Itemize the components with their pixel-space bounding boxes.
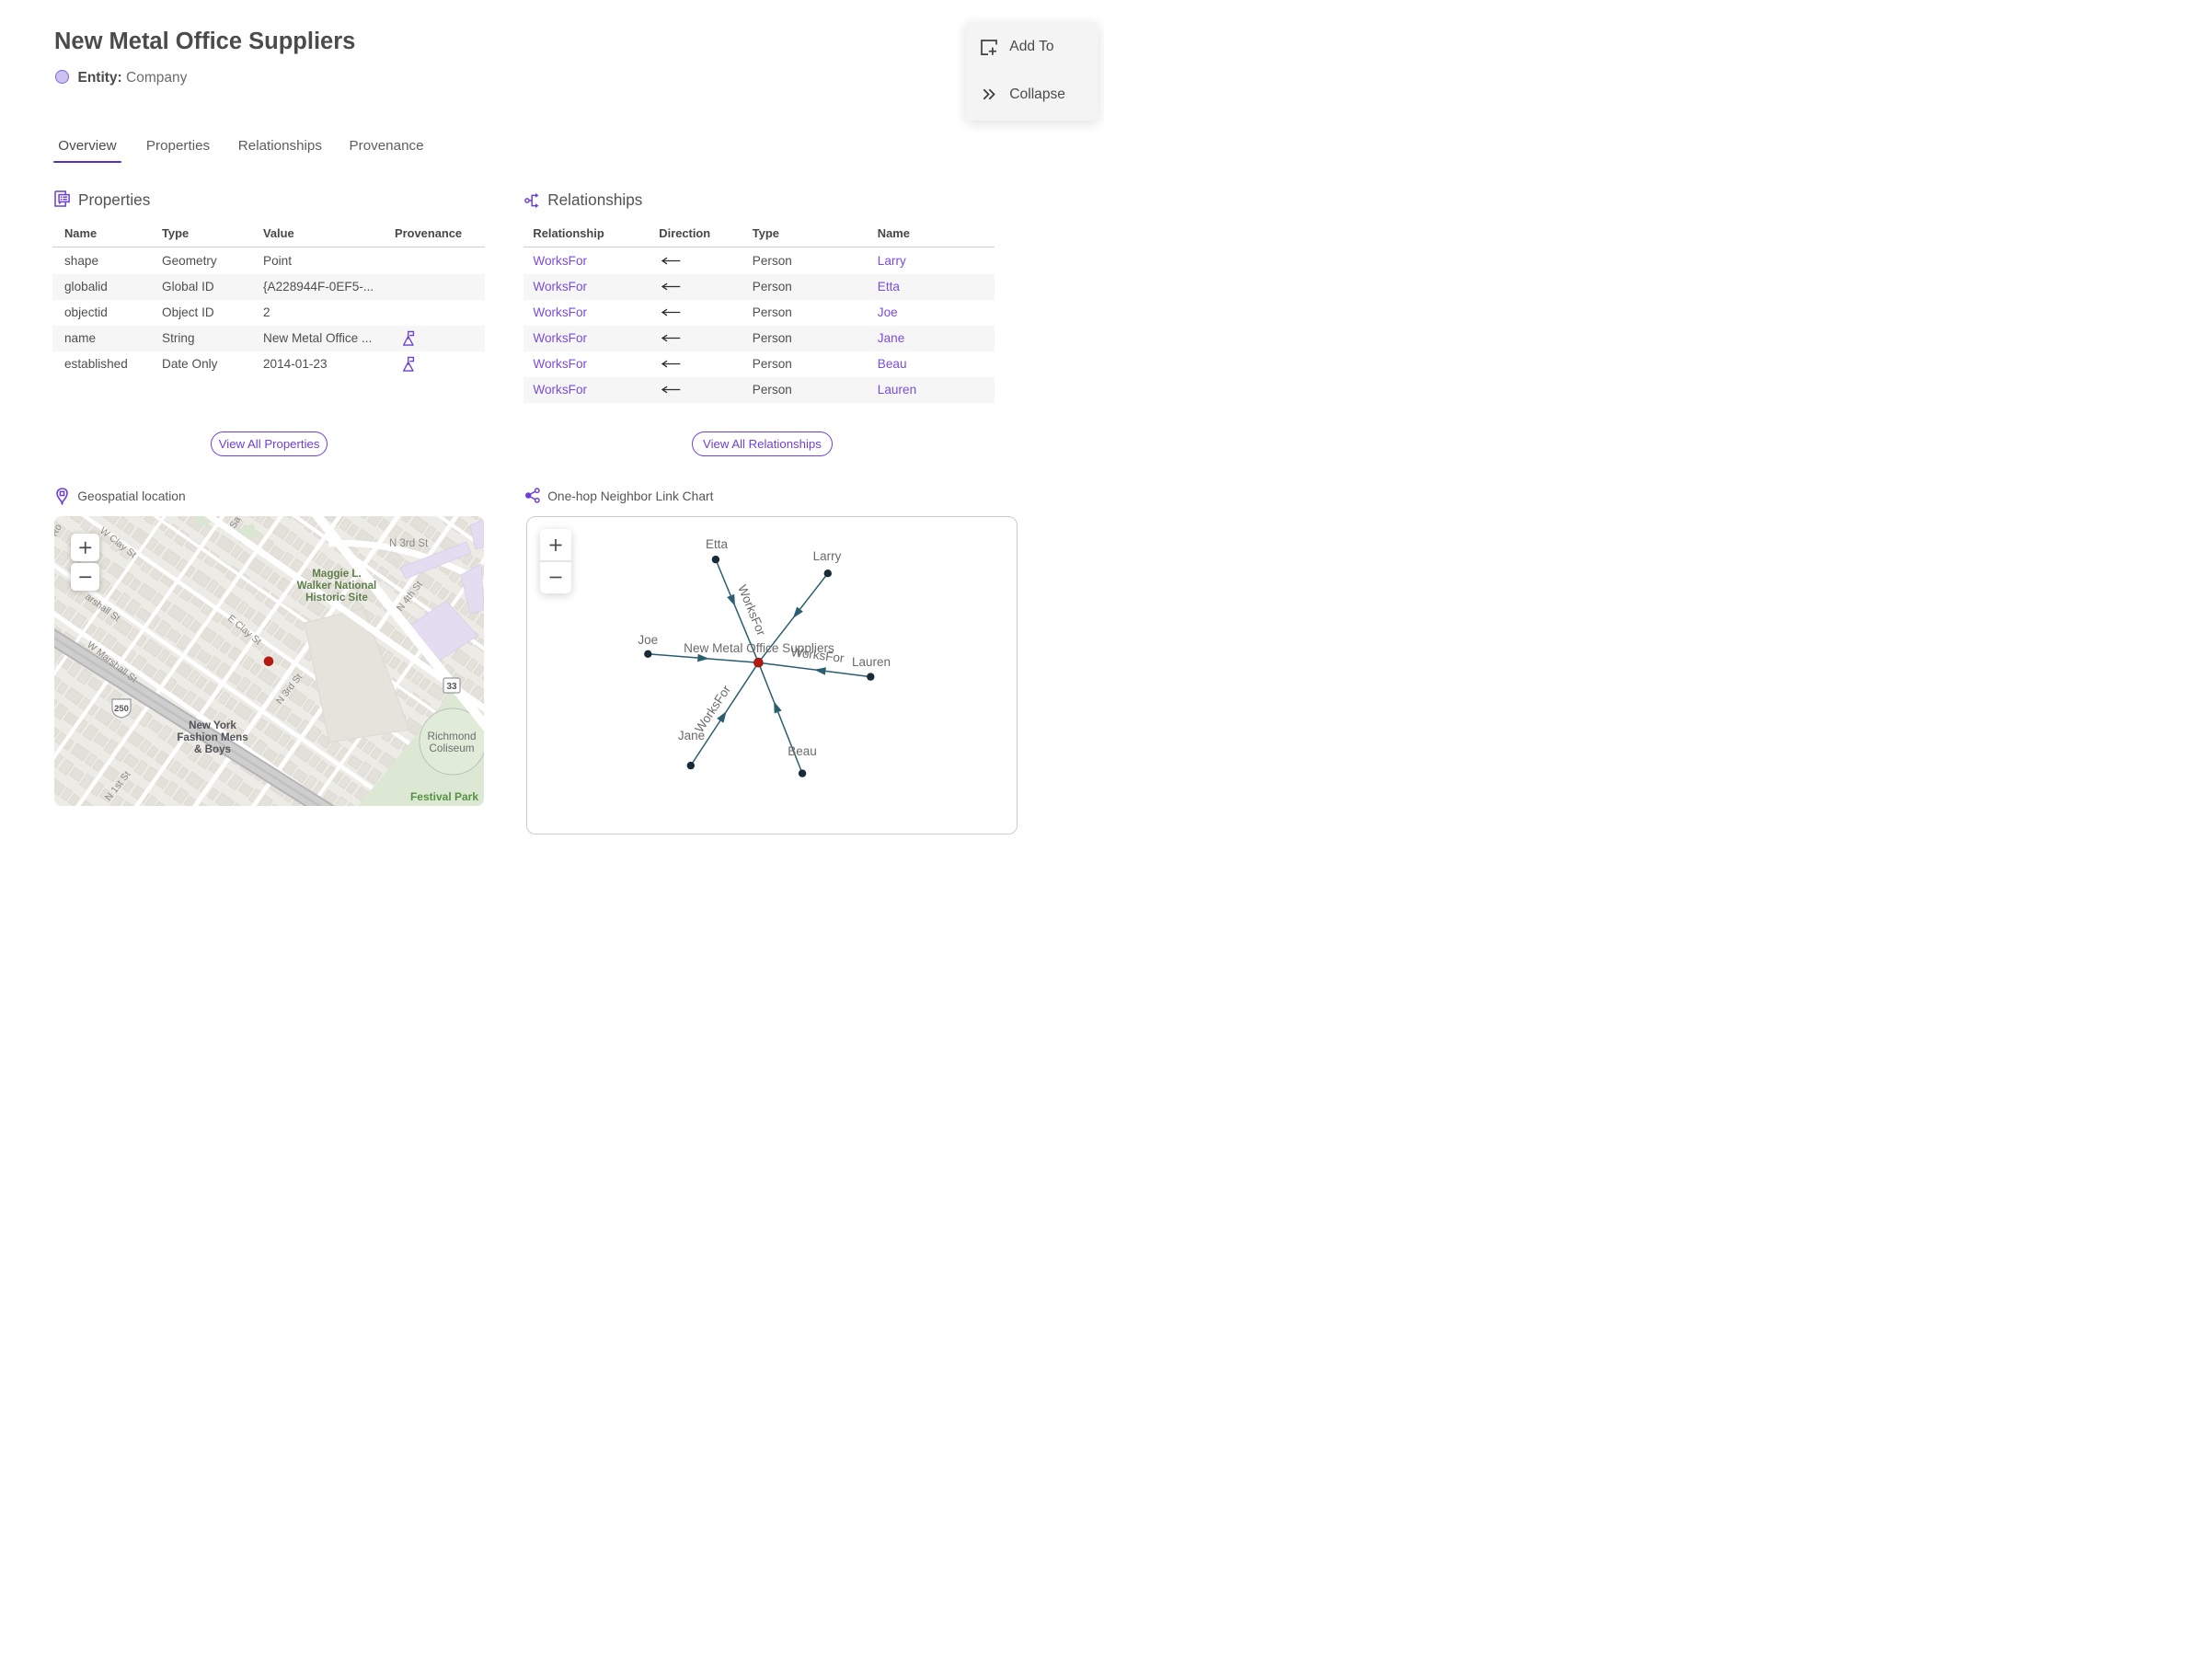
svg-text:33: 33 <box>446 682 457 692</box>
svg-text:& Boys: & Boys <box>194 743 231 755</box>
svg-text:Maggie L.: Maggie L. <box>312 568 361 580</box>
svg-text:Lauren: Lauren <box>852 655 891 669</box>
svg-text:Coliseum: Coliseum <box>429 742 474 754</box>
svg-text:New York: New York <box>189 719 236 731</box>
svg-text:WorksFor: WorksFor <box>735 582 768 638</box>
svg-text:Fashion Mens: Fashion Mens <box>177 731 247 743</box>
svg-text:Etta: Etta <box>706 537 729 551</box>
svg-text:Richmond: Richmond <box>427 730 476 742</box>
svg-text:WorksFor: WorksFor <box>790 645 845 665</box>
svg-text:Historic Site: Historic Site <box>305 592 368 604</box>
svg-text:Larry: Larry <box>813 549 842 563</box>
svg-text:Beau: Beau <box>788 744 817 758</box>
svg-text:Festival Park: Festival Park <box>410 790 478 803</box>
svg-text:Joe: Joe <box>638 633 658 647</box>
svg-text:Walker National: Walker National <box>297 580 377 592</box>
svg-text:N 3rd St: N 3rd St <box>389 538 429 549</box>
svg-text:250: 250 <box>114 704 129 714</box>
